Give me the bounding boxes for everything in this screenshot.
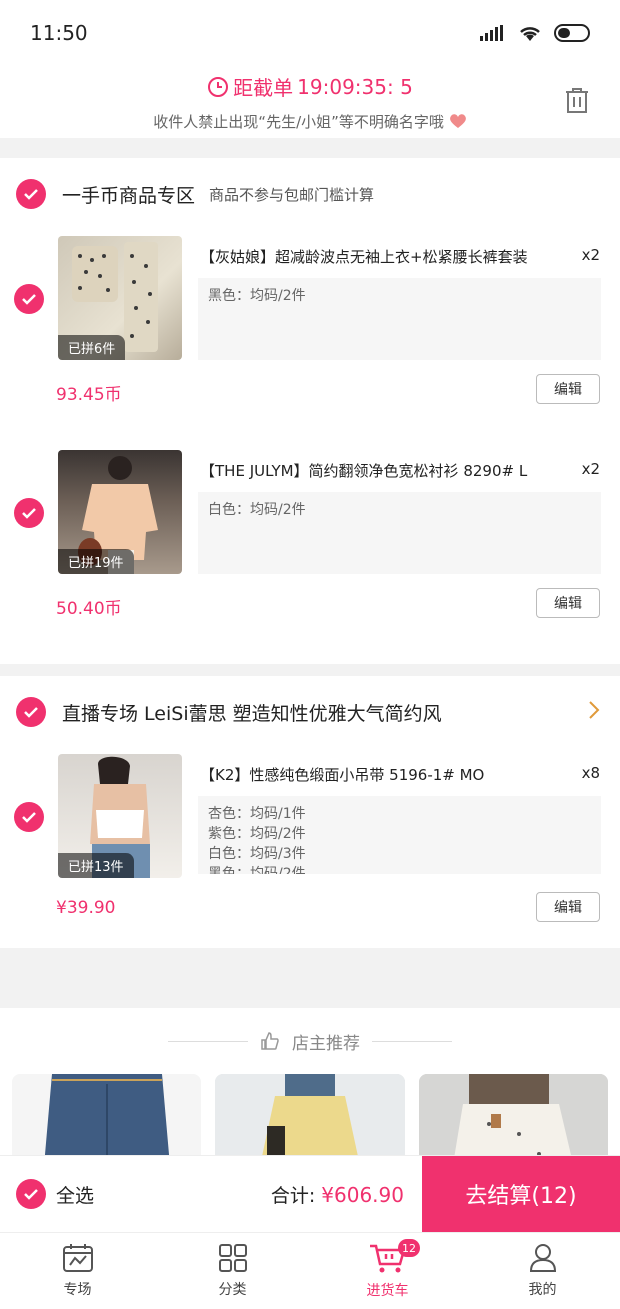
section-title: 直播专场 LeiSi蕾思 塑造知性优雅大气简约风 [62,702,442,725]
wifi-icon [520,27,540,41]
section-coin-zone: 一手币商品专区 商品不参与包邮门槛计算 已拼6件 【灰姑娘】超减龄波点无袖上衣+… [0,158,620,664]
edit-button[interactable]: 编辑 [536,374,600,404]
countdown-time: 19:09:35: 5 [297,74,413,99]
sold-count-badge: 已拼13件 [58,853,134,878]
product-spec[interactable]: 黑色：均码/2件 [198,278,601,360]
bottom-tab-bar: 专场 分类 12 进货车 我的 [0,1232,620,1309]
cart-count-badge: 12 [398,1239,420,1257]
status-icons [480,24,592,42]
section-title: 一手币商品专区 [62,184,196,207]
user-icon [529,1244,556,1272]
tab-mine[interactable]: 我的 [465,1233,620,1309]
divider [0,138,620,158]
section-header: 一手币商品专区 商品不参与包邮门槛计算 [0,158,620,230]
section-checkbox[interactable] [16,179,46,209]
check-icon [22,508,36,519]
recommend-header: 店主推荐 [0,1008,620,1074]
tab-special[interactable]: 专场 [0,1233,155,1309]
total-price: 合计: ¥606.90 [270,1182,404,1207]
product-spec[interactable]: 杏色：均码/1件 紫色：均码/2件 白色：均码/3件 黑色：均码/2件 [198,796,601,874]
product-spec[interactable]: 白色：均码/2件 [198,492,601,574]
thumbs-up-icon [261,1032,279,1050]
divider [0,948,620,1008]
trash-icon [566,88,588,113]
section-checkbox[interactable] [16,697,46,727]
clock-icon [208,76,229,97]
signal-icon [480,25,503,41]
order-cutoff-countdown: 距截单 19:09:35: 5 [0,66,620,101]
calendar-chart-icon [62,1244,93,1272]
cart-item: 已拼6件 【灰姑娘】超减龄波点无袖上衣+松紧腰长裤套装 x2 黑色：均码/2件 … [0,236,620,450]
countdown-label: 距截单 [233,76,294,100]
section-header[interactable]: 直播专场 LeiSi蕾思 塑造知性优雅大气简约风 [0,676,620,748]
cart-header: 距截单 19:09:35: 5 收件人禁止出现“先生/小姐”等不明确名字哦 [0,66,620,138]
product-name[interactable]: 【K2】性感纯色缎面小吊带 5196-1# MO [200,764,562,785]
battery-icon [554,24,590,42]
product-name[interactable]: 【灰姑娘】超减龄波点无袖上衣+松紧腰长裤套装 [200,246,562,267]
item-checkbox[interactable] [14,284,44,314]
grid-icon [218,1244,247,1272]
tab-cart[interactable]: 12 进货车 [310,1233,465,1309]
product-price: 50.40币 [56,599,122,619]
product-quantity: x8 [581,764,600,782]
check-icon [24,189,38,200]
product-price: 93.45币 [56,385,122,405]
cart-item: 已拼13件 【K2】性感纯色缎面小吊带 5196-1# MO x8 杏色：均码/… [0,754,620,948]
edit-button[interactable]: 编辑 [536,892,600,922]
sold-count-badge: 已拼19件 [58,549,134,574]
checkout-button[interactable]: 去结算(12) [422,1155,620,1233]
select-all-label[interactable]: 全选 [56,1181,94,1208]
section-subtitle: 商品不参与包邮门槛计算 [209,185,375,204]
checkout-bar: 全选 合计: ¥606.90 去结算(12) [0,1155,620,1233]
product-image[interactable]: 已拼13件 [58,754,182,878]
delete-button[interactable] [564,86,590,118]
status-bar: 11:50 [0,0,620,66]
check-icon [24,1189,38,1200]
product-image[interactable]: 已拼6件 [58,236,182,360]
section-live-stream: 直播专场 LeiSi蕾思 塑造知性优雅大气简约风 已拼13件 【K2】性感纯色缎… [0,676,620,948]
item-checkbox[interactable] [14,498,44,528]
recommend-title: 店主推荐 [292,1033,360,1054]
status-time: 11:50 [30,21,88,45]
check-icon [22,812,36,823]
item-checkbox[interactable] [14,802,44,832]
total-amount: ¥606.90 [321,1182,404,1207]
product-name[interactable]: 【THE JULYM】简约翻领净色宽松衬衫 8290# L [200,460,562,481]
product-quantity: x2 [581,460,600,478]
divider [0,664,620,676]
chevron-right-icon [589,701,600,719]
sold-count-badge: 已拼6件 [58,335,126,360]
product-price: ¥39.90 [56,898,116,918]
edit-button[interactable]: 编辑 [536,588,600,618]
select-all-checkbox[interactable] [16,1179,46,1209]
product-quantity: x2 [581,246,600,264]
cart-item: 已拼19件 【THE JULYM】简约翻领净色宽松衬衫 8290# L x2 白… [0,450,620,664]
check-icon [22,294,36,305]
product-image[interactable]: 已拼19件 [58,450,182,574]
heart-icon [449,114,466,128]
tab-category[interactable]: 分类 [155,1233,310,1309]
check-icon [24,707,38,718]
recipient-notice: 收件人禁止出现“先生/小姐”等不明确名字哦 [0,111,620,132]
